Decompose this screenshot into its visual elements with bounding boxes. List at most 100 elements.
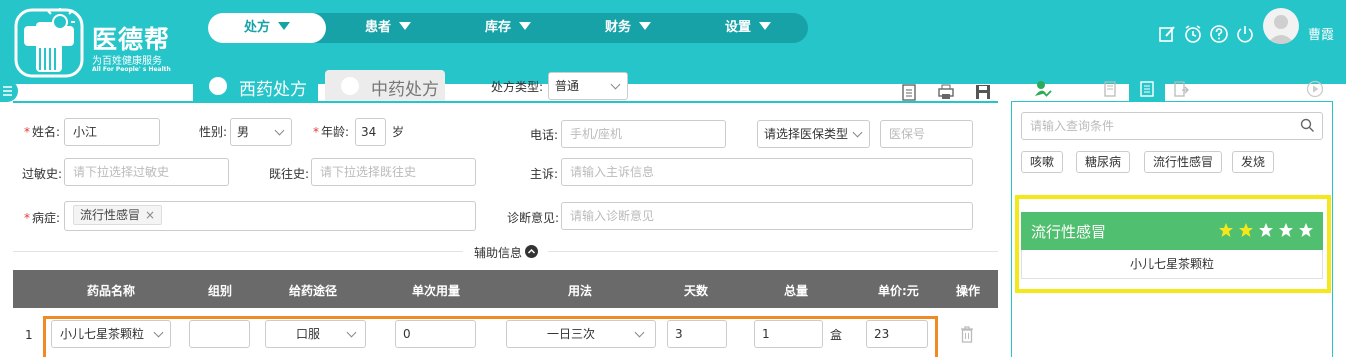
patient-check-icon[interactable] [1034,80,1052,98]
allergy-label: 过敏史: [22,167,63,181]
nav-item-prescription[interactable]: 处方 [208,13,326,43]
column-header-total: 总量 [784,284,809,298]
condition-card-item[interactable]: 小儿七星茶颗粒 [1021,250,1323,279]
aux-info-toggle[interactable] [525,245,538,258]
tab-radio-icon [209,77,227,95]
name-input[interactable]: 小江 [64,118,160,146]
allergy-select[interactable]: 请下拉选择过敏史 [64,158,229,186]
aux-divider-right [548,251,998,252]
column-header-days: 天数 [684,284,709,298]
caret-down-icon [639,22,651,30]
power-icon[interactable] [1235,24,1255,44]
nav-item-inventory[interactable]: 库存 [453,13,563,43]
star-empty-icon [1259,223,1273,237]
tab-label: 西药处方 [239,80,307,100]
row-index: 1 [25,328,33,342]
avatar[interactable] [1263,8,1299,44]
nav-label: 患者 [364,20,391,35]
nav-label: 设置 [724,20,751,35]
nav-item-settings[interactable]: 设置 [693,13,803,43]
trash-icon[interactable] [959,325,975,343]
side-menu-toggle[interactable] [0,80,18,102]
tab-label: 中药处方 [371,80,439,100]
chevron-down-icon [610,79,621,90]
nav-label: 处方 [243,20,270,35]
tab-chinese-rx[interactable]: 中药处方 [325,70,445,102]
age-unit: 岁 [392,125,405,139]
caret-down-icon [519,22,531,30]
column-header-dose: 单次用量 [412,284,461,298]
nav-item-finance[interactable]: 财务 [573,13,683,43]
rx-type-label: 处方类型: [491,80,544,94]
play-icon[interactable] [1306,80,1324,98]
nav-label: 财务 [604,20,631,35]
user-name[interactable]: 曹霞 [1308,24,1334,43]
help-icon[interactable] [1209,24,1229,44]
tab-radio-icon [341,77,359,95]
insurance-type-select[interactable]: 请选择医保类型 [757,120,870,148]
rating-stars [1218,222,1318,240]
brand-slogan: All For People' s Health [92,66,171,73]
diagnosis-input[interactable]: 请输入诊断意见 [561,202,973,230]
name-label: * 姓名: [24,125,61,139]
column-header-price: 单价:元 [878,284,919,298]
gender-label: 性别: [199,125,228,139]
star-empty-icon [1279,223,1293,237]
star-filled-icon [1219,223,1233,237]
complaint-input[interactable]: 请输入主诉信息 [561,158,973,186]
drug-table-header: 药品名称 组别 给药途径 单次用量 用法 天数 总量 单价:元 操作 [13,270,998,308]
gender-select[interactable]: 男 [230,118,292,146]
export-icon[interactable] [1172,80,1190,98]
star-filled-icon [1239,223,1253,237]
user-avatar-icon [1267,15,1295,44]
disease-label: * 病症: [24,211,61,225]
hamburger-icon [3,86,12,96]
chevron-down-icon [274,125,285,136]
search-icon[interactable] [1300,118,1315,133]
tab-western-rx[interactable]: 西药处方 [193,70,318,102]
chevron-down-icon [852,127,863,138]
diagnosis-label: 诊断意见: [507,211,560,225]
edit-icon[interactable] [1157,24,1177,44]
history-icon[interactable] [1102,80,1120,98]
nav-label: 库存 [484,20,511,35]
print-icon[interactable] [937,83,955,101]
brand-name: 医德帮 [92,25,171,54]
history-label: 既往史: [269,167,310,181]
condition-chip[interactable]: 流行性感冒 [1144,151,1223,173]
right-tab-list[interactable] [1129,76,1165,102]
condition-chip[interactable]: 咳嗽 [1021,151,1064,173]
condition-chip[interactable]: 发烧 [1232,151,1275,173]
star-empty-icon [1299,223,1313,237]
close-icon[interactable]: × [145,208,155,222]
age-input[interactable]: 34 [355,118,386,146]
phone-label: 电话: [530,128,559,142]
condition-search-input[interactable]: 请输入查询条件 [1021,112,1323,140]
rx-type-select[interactable]: 普通 [548,72,628,100]
column-header-group: 组别 [208,284,233,298]
history-select[interactable]: 请下拉选择既往史 [311,158,476,186]
condition-card-title: 流行性感冒 [1031,223,1107,241]
alarm-icon[interactable] [1183,24,1203,44]
tab-divider [13,101,998,103]
save-icon[interactable] [974,83,992,101]
complaint-label: 主诉: [530,167,559,181]
disease-input[interactable]: 流行性感冒 × [64,201,476,231]
nav-item-patients[interactable]: 患者 [333,13,443,43]
brand-subtitle: 为百姓健康服务 [92,56,162,67]
disease-tag[interactable]: 流行性感冒 × [73,205,163,225]
list-icon [1140,81,1154,97]
insurance-no-input[interactable]: 医保号 [880,120,973,148]
gender-value: 男 [237,125,250,139]
phone-input[interactable]: 手机/座机 [561,120,726,148]
condition-card-header[interactable]: 流行性感冒 [1021,212,1323,250]
caret-down-icon [759,22,771,30]
condition-chip[interactable]: 糖尿病 [1076,151,1131,173]
aux-info-label: 辅助信息 [474,246,523,260]
template-icon[interactable] [900,83,918,101]
caret-down-icon [399,22,411,30]
row-highlight [43,316,938,357]
column-header-usage: 用法 [568,284,593,298]
right-panel-tabs [1012,76,1332,102]
column-header-route: 给药途径 [289,284,338,298]
